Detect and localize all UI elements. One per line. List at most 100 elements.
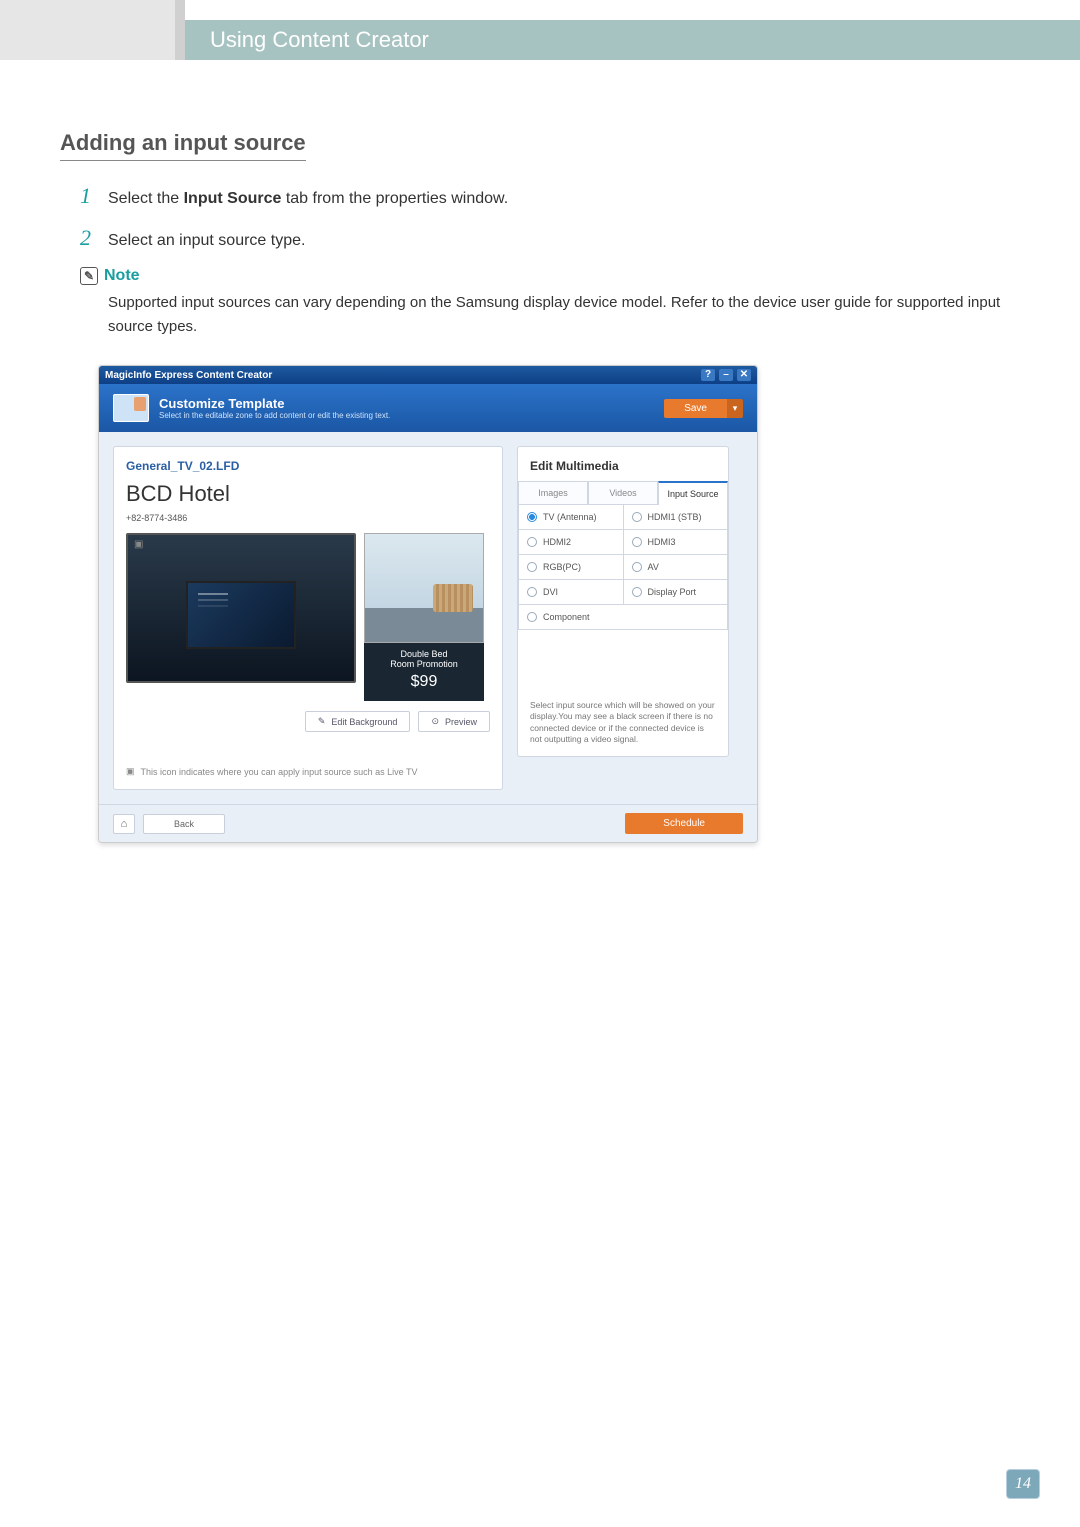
source-label: DVI	[543, 587, 558, 597]
input-source-description: Select input source which will be showed…	[518, 630, 728, 746]
template-thumbnail	[113, 394, 149, 422]
radio-icon	[527, 612, 537, 622]
customize-title: Customize Template	[159, 396, 390, 411]
hotel-name: BCD Hotel	[126, 481, 490, 507]
source-rgbpc[interactable]: RGB(PC)	[519, 555, 624, 580]
chapter-title-bar: Using Content Creator	[185, 20, 1080, 60]
multimedia-tabs: Images Videos Input Source	[518, 481, 728, 505]
customize-subtitle: Select in the editable zone to add conte…	[159, 411, 390, 420]
window-controls: ? – ✕	[701, 369, 751, 381]
promo-price: $99	[364, 673, 484, 691]
hint-text: This icon indicates where you can apply …	[141, 767, 418, 777]
source-label: HDMI2	[543, 537, 571, 547]
source-hdmi3[interactable]: HDMI3	[624, 530, 729, 555]
template-preview: ▣ Double Bed Room Promotion $99	[126, 533, 490, 701]
promo-line2: Room Promotion	[364, 659, 484, 669]
source-label: AV	[648, 562, 659, 572]
note-body: Supported input sources can vary dependi…	[108, 291, 1020, 339]
save-split-button[interactable]: Save ▾	[664, 399, 743, 418]
step-number: 2	[80, 225, 108, 251]
promo-column: Double Bed Room Promotion $99	[364, 533, 484, 701]
page-content: Adding an input source 1 Select the Inpu…	[60, 130, 1020, 843]
input-source-zone[interactable]: ▣	[126, 533, 356, 683]
app-window: MagicInfo Express Content Creator ? – ✕ …	[98, 365, 758, 843]
radio-icon	[632, 512, 642, 522]
step-text-pre: Select the	[108, 190, 184, 207]
edit-background-button[interactable]: ✎ Edit Background	[305, 711, 411, 732]
page-left-margin	[0, 0, 185, 60]
preview-toolbar: ✎ Edit Background ⊙ Preview	[126, 711, 490, 732]
page-number: 14	[1006, 1469, 1040, 1499]
back-button[interactable]: Back	[143, 814, 225, 834]
step-text: Select an input source type.	[108, 232, 305, 250]
step-text: Select the Input Source tab from the pro…	[108, 190, 508, 208]
source-tv-antenna[interactable]: TV (Antenna)	[519, 505, 624, 530]
radio-icon	[527, 562, 537, 572]
source-component[interactable]: Component	[519, 605, 728, 630]
source-label: Display Port	[648, 587, 697, 597]
source-label: TV (Antenna)	[543, 512, 597, 522]
input-source-list: TV (Antenna) HDMI1 (STB) HDMI2 HDMI3 RGB…	[518, 505, 728, 630]
step-text-bold: Input Source	[184, 190, 282, 207]
source-av[interactable]: AV	[624, 555, 729, 580]
promo-image	[364, 533, 484, 643]
note-label: Note	[104, 267, 140, 285]
home-icon: ⌂	[121, 818, 128, 830]
tab-images[interactable]: Images	[518, 481, 588, 505]
promo-text-block: Double Bed Room Promotion $99	[364, 643, 484, 701]
radio-icon	[527, 587, 537, 597]
step-list: 1 Select the Input Source tab from the p…	[80, 183, 1020, 251]
close-button[interactable]: ✕	[737, 369, 751, 381]
preview-pane: General_TV_02.LFD BCD Hotel +82-8774-348…	[113, 446, 503, 790]
page-left-margin-inner	[175, 0, 185, 60]
radio-icon	[632, 587, 642, 597]
note-icon: ✎	[80, 267, 98, 285]
source-hdmi2[interactable]: HDMI2	[519, 530, 624, 555]
edit-multimedia-title: Edit Multimedia	[518, 447, 728, 481]
camera-icon: ▣	[126, 766, 135, 777]
step-text-pre: Select an input source type.	[108, 232, 305, 249]
play-icon: ⊙	[431, 716, 439, 727]
note-block: ✎ Note Supported input sources can vary …	[80, 267, 1020, 339]
source-hdmi1[interactable]: HDMI1 (STB)	[624, 505, 729, 530]
radio-icon	[632, 537, 642, 547]
help-button[interactable]: ?	[701, 369, 715, 381]
preview-button[interactable]: ⊙ Preview	[418, 711, 490, 732]
tab-input-source[interactable]: Input Source	[658, 481, 728, 505]
source-label: HDMI3	[648, 537, 676, 547]
step-2: 2 Select an input source type.	[80, 225, 1020, 251]
schedule-button[interactable]: Schedule	[625, 813, 743, 834]
edit-multimedia-pane: Edit Multimedia Images Videos Input Sour…	[517, 446, 729, 757]
step-text-post: tab from the properties window.	[281, 190, 508, 207]
app-bottom-bar: ⌂ Back Schedule	[99, 804, 757, 842]
source-label: Component	[543, 612, 590, 622]
step-1: 1 Select the Input Source tab from the p…	[80, 183, 1020, 209]
edit-background-label: Edit Background	[331, 717, 397, 727]
promo-line1: Double Bed	[364, 649, 484, 659]
minimize-button[interactable]: –	[719, 369, 733, 381]
save-dropdown-icon[interactable]: ▾	[727, 399, 743, 418]
section-title: Adding an input source	[60, 130, 306, 161]
preview-label: Preview	[445, 717, 477, 727]
radio-selected-icon	[527, 512, 537, 522]
input-source-zone-icon: ▣	[134, 539, 143, 550]
tab-videos[interactable]: Videos	[588, 481, 658, 505]
note-heading: ✎ Note	[80, 267, 1020, 285]
tv-screen-graphic	[186, 581, 296, 649]
customize-banner: Customize Template Select in the editabl…	[99, 384, 757, 432]
source-label: HDMI1 (STB)	[648, 512, 702, 522]
app-body: General_TV_02.LFD BCD Hotel +82-8774-348…	[99, 432, 757, 804]
home-button[interactable]: ⌂	[113, 814, 135, 834]
pencil-icon: ✎	[318, 716, 326, 727]
radio-icon	[527, 537, 537, 547]
file-name: General_TV_02.LFD	[126, 459, 490, 473]
app-titlebar: MagicInfo Express Content Creator ? – ✕	[99, 366, 757, 384]
app-title: MagicInfo Express Content Creator	[105, 370, 272, 381]
source-display-port[interactable]: Display Port	[624, 580, 729, 605]
radio-icon	[632, 562, 642, 572]
source-label: RGB(PC)	[543, 562, 581, 572]
save-button[interactable]: Save	[664, 399, 727, 418]
hotel-phone: +82-8774-3486	[126, 513, 490, 523]
step-number: 1	[80, 183, 108, 209]
source-dvi[interactable]: DVI	[519, 580, 624, 605]
